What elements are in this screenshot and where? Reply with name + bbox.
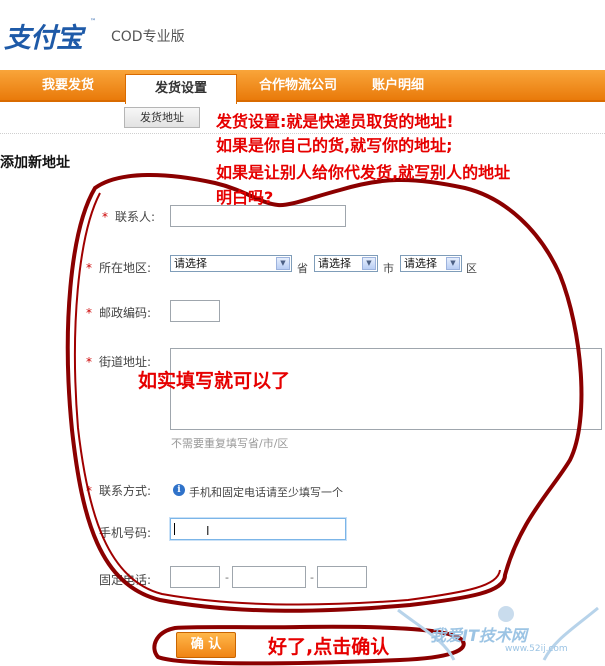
- text-caret: [174, 523, 175, 535]
- tab-logistics-partners[interactable]: 合作物流公司: [240, 70, 356, 102]
- street-hint: 不需要重复填写省/市/区: [171, 437, 289, 450]
- contact-input[interactable]: [170, 205, 346, 227]
- confirm-button[interactable]: 确 认: [176, 632, 236, 658]
- district-unit: 区: [466, 262, 477, 275]
- tab-shipping-settings[interactable]: 发货设置: [125, 74, 237, 104]
- watermark-url: www.52ij.com: [505, 644, 568, 654]
- province-select-value: 请选择: [174, 257, 207, 270]
- phone-separator: -: [310, 571, 314, 584]
- contact-label: 联系人:: [115, 210, 156, 224]
- contact-method-hint: 手机和固定电话请至少填写一个: [189, 486, 343, 499]
- phone-label: 固定电话:: [99, 573, 152, 587]
- annotation-line-1: 发货设置:就是快递员取货的地址!: [216, 112, 454, 131]
- logo-trademark: ™: [90, 18, 96, 25]
- alipay-logo: 支付宝 ™: [4, 16, 100, 56]
- province-unit: 省: [297, 262, 308, 275]
- contact-method-label: 联系方式:: [99, 484, 152, 498]
- annotation-line-3: 如果是让别人给你代发货,就写别人的地址: [216, 163, 511, 182]
- logo-text: 支付宝: [4, 23, 83, 54]
- city-select-value: 请选择: [318, 257, 351, 270]
- district-select-value: 请选择: [404, 257, 437, 270]
- annotation-line-4: 明白吗?: [216, 188, 274, 207]
- phone-number-input[interactable]: [232, 566, 306, 588]
- chevron-down-icon: ▼: [446, 257, 460, 270]
- postcode-input[interactable]: [170, 300, 220, 322]
- annotation-click-confirm: 好了,点击确认: [268, 636, 390, 658]
- annotation-line-2: 如果是你自己的货,就写你的地址;: [216, 136, 453, 155]
- tab-account-details[interactable]: 账户明细: [358, 70, 438, 102]
- info-icon: i: [173, 484, 185, 496]
- product-name: COD专业版: [111, 29, 185, 45]
- district-select[interactable]: 请选择 ▼: [400, 255, 462, 272]
- page-title: 添加新地址: [0, 155, 70, 171]
- subtab-shipping-address[interactable]: 发货地址: [124, 107, 200, 128]
- phone-separator: -: [225, 571, 229, 584]
- region-label: 所在地区:: [99, 261, 152, 275]
- annotation-fill-truthfully: 如实填写就可以了: [138, 370, 291, 392]
- mobile-label: 手机号码:: [99, 526, 152, 540]
- chevron-down-icon: ▼: [362, 257, 376, 270]
- required-mark: *: [86, 355, 92, 369]
- province-select[interactable]: 请选择 ▼: [170, 255, 292, 272]
- main-nav: 我要发货 发货设置 合作物流公司 账户明细: [0, 70, 605, 104]
- required-mark: *: [102, 210, 108, 224]
- city-select[interactable]: 请选择 ▼: [314, 255, 378, 272]
- postcode-label: 邮政编码:: [99, 306, 152, 320]
- required-mark: *: [86, 484, 92, 498]
- chevron-down-icon: ▼: [276, 257, 290, 270]
- phone-ext-input[interactable]: [317, 566, 367, 588]
- city-unit: 市: [383, 262, 394, 275]
- mobile-input[interactable]: [170, 518, 346, 540]
- required-mark: *: [86, 306, 92, 320]
- required-mark: *: [86, 261, 92, 275]
- phone-area-input[interactable]: [170, 566, 220, 588]
- watermark-text: 我爱IT技术网: [430, 626, 527, 645]
- text-cursor-icon: I: [206, 524, 210, 538]
- tab-shipping[interactable]: 我要发货: [16, 70, 120, 102]
